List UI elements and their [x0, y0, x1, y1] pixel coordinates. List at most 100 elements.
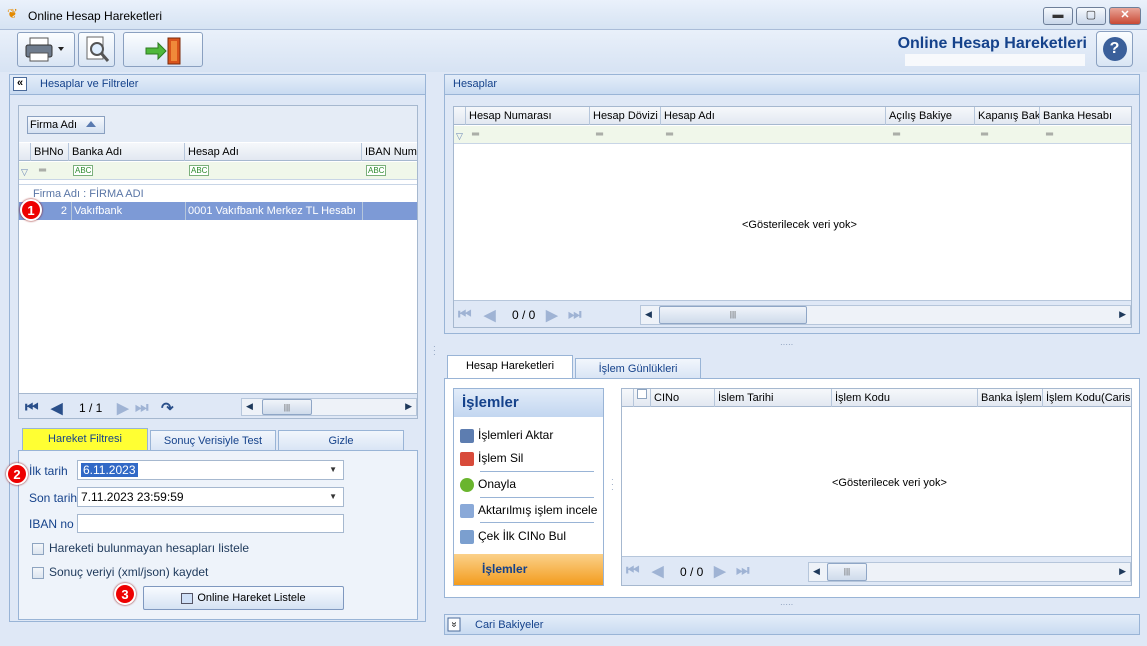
scroll-right-icon[interactable]: ▶: [1119, 309, 1126, 320]
cek-ilk-cino-bul-label: Çek İlk CINo Bul: [478, 529, 567, 543]
last-page-icon[interactable]: ⏭: [568, 306, 582, 323]
hareketi-bulunmayan-checkbox[interactable]: [32, 543, 44, 555]
scroll-right-icon[interactable]: ▶: [1119, 566, 1126, 577]
vertical-splitter[interactable]: · · ·: [433, 343, 437, 359]
abc-filter-icon: ABC: [366, 165, 387, 176]
col-islem-kodu-carisi[interactable]: İşlem Kodu(Carisi: [1043, 389, 1131, 407]
help-button[interactable]: ?: [1096, 31, 1133, 67]
scroll-left-icon[interactable]: ◀: [813, 566, 820, 577]
islemleri-aktar-item[interactable]: İşlemleri Aktar: [460, 425, 553, 445]
col-kapanis-baki[interactable]: Kapanış Baki: [975, 107, 1040, 125]
tab-hesap-hareketleri[interactable]: Hesap Hareketleri: [447, 355, 573, 379]
preview-button[interactable]: [78, 32, 115, 67]
group-row[interactable]: Firma Adı : FİRMA ADI: [19, 184, 417, 202]
scroll-left-icon[interactable]: ◀: [246, 401, 253, 412]
prev-page-icon[interactable]: ◀: [51, 399, 63, 417]
col-cino[interactable]: CINo: [651, 389, 715, 407]
tab-islem-gunlukleri[interactable]: İşlem Günlükleri: [575, 358, 701, 378]
first-page-icon[interactable]: ⏮: [626, 562, 640, 579]
toolbar: Online Hesap Hareketleri ?: [0, 30, 1147, 72]
accounts-panel: Hesaplar Hesap Numarası Hesap Dövizi Hes…: [444, 74, 1140, 334]
expand-button[interactable]: »: [447, 617, 461, 632]
step-badge-3: 3: [114, 583, 136, 605]
first-page-icon[interactable]: ⏮: [25, 399, 39, 416]
son-tarih-value: 7.11.2023 23:59:59: [81, 490, 184, 504]
print-button[interactable]: [17, 32, 75, 67]
onayla-label: Onayla: [478, 477, 517, 491]
left-panel-header: « Hesaplar ve Filtreler: [10, 75, 425, 95]
onayla-item[interactable]: Onayla: [460, 474, 516, 494]
tab-gizle[interactable]: Gizle: [278, 430, 404, 450]
col-hesap-numarasi[interactable]: Hesap Numarası: [466, 107, 590, 125]
inspect-icon: [460, 503, 474, 518]
scroll-thumb[interactable]: |||: [827, 563, 867, 581]
left-hscrollbar[interactable]: ◀ ||| ▶: [241, 398, 417, 416]
next-page-icon[interactable]: ▶: [714, 562, 726, 580]
select-all-checkbox[interactable]: [637, 389, 647, 399]
collapse-button[interactable]: «: [13, 77, 27, 91]
actions-footer[interactable]: İşlemler: [454, 554, 603, 585]
col-hesap-adi[interactable]: Hesap Adı: [185, 143, 362, 161]
iban-field[interactable]: [77, 514, 344, 533]
horizontal-splitter[interactable]: ·····: [780, 341, 804, 349]
select-all-col[interactable]: [634, 389, 651, 407]
sort-asc-icon: [86, 121, 96, 127]
window-title: Online Hesap Hareketleri: [28, 9, 163, 23]
col-bhno[interactable]: BHNo: [31, 143, 69, 161]
tab-hareket-filtresi[interactable]: Hareket Filtresi: [22, 428, 148, 450]
next-page-icon[interactable]: ▶: [117, 399, 129, 417]
son-tarih-field[interactable]: 7.11.2023 23:59:59 ▼: [77, 487, 344, 507]
filter-form: İlk tarih 6.11.2023 ▼ Son tarih 7.11.202…: [18, 450, 418, 620]
prev-page-icon[interactable]: ◀: [484, 306, 496, 324]
maximize-button[interactable]: ▢: [1076, 7, 1106, 25]
sonuc-kaydet-checkbox[interactable]: [32, 567, 44, 579]
last-page-icon[interactable]: ⏭: [736, 562, 750, 579]
table-row[interactable]: 2 Vakıfbank 0001 Vakıfbank Merkez TL Hes…: [19, 202, 417, 220]
aktarilmis-islem-incele-item[interactable]: Aktarılmış işlem incele: [460, 500, 597, 520]
scroll-thumb[interactable]: |||: [659, 306, 807, 324]
movements-hscrollbar[interactable]: ◀ ||| ▶: [808, 562, 1131, 582]
movements-panel: İşlemler İşlemleri Aktar İşlem Sil Onayl…: [444, 378, 1140, 598]
col-hesap-dovizi[interactable]: Hesap Dövizi: [590, 107, 661, 125]
col-acilis-bakiye[interactable]: Açılış Bakiye: [886, 107, 975, 125]
exit-button[interactable]: [123, 32, 203, 67]
accounts-filter-row[interactable]: ▽ ═ ═ ═ ═ ═ ═: [454, 126, 1131, 144]
scroll-right-icon[interactable]: ▶: [405, 401, 412, 412]
col-banka-adi[interactable]: Banka Adı: [69, 143, 185, 161]
minimize-button[interactable]: ▬: [1043, 7, 1073, 25]
dropdown-arrow-icon[interactable]: ▼: [329, 488, 337, 506]
close-button[interactable]: ✕: [1109, 7, 1141, 25]
cari-bakiyeler-bar[interactable]: » Cari Bakiyeler: [444, 614, 1140, 635]
scroll-left-icon[interactable]: ◀: [645, 309, 652, 320]
col-hesap-adi[interactable]: Hesap Adı: [661, 107, 886, 125]
dropdown-arrow-icon[interactable]: ▼: [329, 461, 337, 479]
left-pager: ⏮ ◀ 1 / 1 ▶ ⏭ ↷ ◀ ||| ▶: [18, 393, 418, 419]
group-by-chip[interactable]: Firma Adı: [27, 116, 105, 134]
ilk-tarih-field[interactable]: 6.11.2023 ▼: [77, 460, 344, 480]
first-page-icon[interactable]: ⏮: [458, 306, 472, 323]
col-banka-hesabi[interactable]: Banka Hesabı: [1040, 107, 1131, 125]
actions-splitter[interactable]: · · ·: [611, 476, 615, 494]
cell-banka: Vakıfbank: [71, 202, 181, 220]
accounts-hscrollbar[interactable]: ◀ ||| ▶: [640, 305, 1131, 325]
cell-hesap: 0001 Vakıfbank Merkez TL Hesabı: [185, 202, 362, 220]
islem-sil-item[interactable]: İşlem Sil: [460, 448, 523, 468]
col-iban[interactable]: IBAN Numa: [362, 143, 417, 161]
horizontal-splitter[interactable]: ·····: [780, 601, 804, 609]
last-page-icon[interactable]: ⏭: [135, 399, 149, 416]
scroll-thumb[interactable]: |||: [262, 399, 312, 415]
prev-page-icon[interactable]: ◀: [652, 562, 664, 580]
online-hareket-listele-button[interactable]: Online Hareket Listele: [143, 586, 344, 610]
accounts-grid-header: Hesap Numarası Hesap Dövizi Hesap Adı Aç…: [454, 107, 1131, 125]
col-islem-tarihi[interactable]: İslem Tarihi: [715, 389, 832, 407]
next-page-icon[interactable]: ▶: [546, 306, 558, 324]
col-banka-islemi[interactable]: Banka İşlemi: [978, 389, 1043, 407]
cek-ilk-cino-bul-item[interactable]: Çek İlk CINo Bul: [460, 526, 566, 546]
tab-sonuc-verisiyle-test[interactable]: Sonuç Verisiyle Test: [150, 430, 276, 450]
help-icon: ?: [1102, 37, 1127, 61]
refresh-icon[interactable]: ↷: [161, 399, 174, 417]
left-filter-row[interactable]: ▽ ═ ABC ABC ABC: [19, 162, 417, 180]
delete-icon: [460, 451, 474, 466]
actions-title: İşlemler: [454, 389, 603, 417]
col-islem-kodu[interactable]: İşlem Kodu: [832, 389, 978, 407]
